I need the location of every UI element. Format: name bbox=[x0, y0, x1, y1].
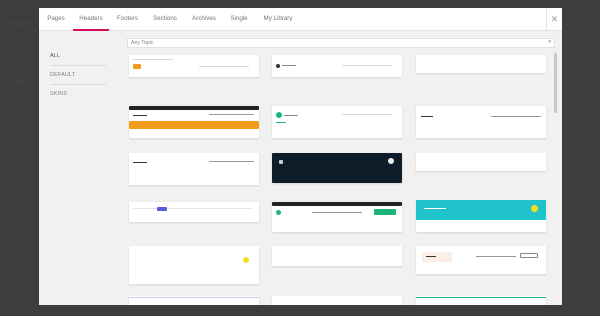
tab-my-library[interactable]: My Library bbox=[258, 8, 298, 31]
template-card[interactable] bbox=[416, 55, 546, 73]
template-banner bbox=[129, 121, 259, 129]
template-logo bbox=[276, 64, 280, 68]
close-icon[interactable]: ✕ bbox=[546, 8, 562, 31]
scrollbar[interactable] bbox=[554, 53, 557, 113]
topic-filter-select[interactable]: Any Topic ▾ bbox=[127, 38, 555, 48]
tab-archives[interactable]: Archives bbox=[186, 8, 222, 31]
sidebar-item-default[interactable]: DEFAULT bbox=[50, 72, 106, 78]
template-card[interactable] bbox=[129, 106, 259, 138]
topic-filter-value: Any Topic bbox=[131, 40, 154, 46]
template-logo bbox=[133, 64, 141, 69]
tab-pages[interactable]: Pages bbox=[39, 8, 73, 31]
template-logo bbox=[276, 112, 282, 118]
template-card[interactable] bbox=[129, 202, 259, 222]
sidebar-item-all[interactable]: ALL bbox=[50, 53, 106, 59]
template-card[interactable] bbox=[129, 153, 259, 185]
template-card[interactable] bbox=[129, 296, 259, 305]
tab-single[interactable]: Single bbox=[225, 8, 253, 31]
chevron-down-icon: ▾ bbox=[548, 39, 551, 45]
modal-header: Pages Headers Footers Sections Archives … bbox=[39, 8, 562, 31]
template-banner bbox=[272, 153, 402, 183]
template-card[interactable] bbox=[416, 296, 546, 305]
template-card[interactable] bbox=[416, 200, 546, 232]
template-card[interactable] bbox=[272, 153, 402, 183]
template-library-modal: Pages Headers Footers Sections Archives … bbox=[39, 8, 562, 305]
template-card[interactable] bbox=[272, 202, 402, 232]
tab-sections[interactable]: Sections bbox=[147, 8, 183, 31]
template-card[interactable] bbox=[416, 153, 546, 171]
template-card[interactable] bbox=[416, 106, 546, 138]
template-banner bbox=[416, 200, 546, 220]
template-card[interactable] bbox=[272, 106, 402, 138]
template-card[interactable] bbox=[129, 246, 259, 284]
tab-footers[interactable]: Footers bbox=[111, 8, 144, 31]
template-card[interactable] bbox=[416, 246, 546, 274]
divider bbox=[50, 84, 106, 85]
sidebar-item-skins[interactable]: SKINS bbox=[50, 91, 106, 97]
template-card[interactable] bbox=[272, 246, 402, 266]
category-sidebar: ALL DEFAULT SKINS bbox=[39, 32, 116, 305]
template-cta bbox=[374, 209, 396, 215]
template-card[interactable] bbox=[129, 55, 259, 77]
template-card[interactable] bbox=[272, 296, 402, 305]
tab-headers[interactable]: Headers bbox=[73, 8, 109, 31]
template-card[interactable] bbox=[272, 55, 402, 77]
divider bbox=[50, 65, 106, 66]
